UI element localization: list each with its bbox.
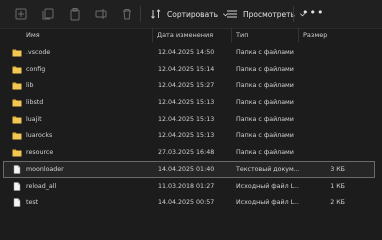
folder-icon	[12, 65, 22, 74]
file-type: Папка с файлами	[236, 65, 294, 73]
folder-icon	[12, 148, 22, 157]
file-date: 12.04.2025 15:13	[158, 99, 215, 107]
folder-icon	[12, 48, 22, 57]
file-list: .vscode 12.04.2025 14:50 Папка с файлами co…	[0, 44, 382, 211]
column-header-date[interactable]: Дата изменения	[157, 31, 213, 39]
column-divider[interactable]	[298, 28, 299, 42]
column-divider[interactable]	[231, 28, 232, 42]
toolbar-separator	[293, 6, 294, 22]
file-name: test	[26, 199, 39, 207]
file-type: Папка с файлами	[236, 99, 294, 107]
file-name: .vscode	[26, 49, 51, 56]
sort-label: Сортировать	[167, 9, 218, 19]
folder-row[interactable]: luarocks 12.04.2025 15:13 Папка с файлами	[3, 127, 375, 144]
command-bar: Сортировать Просмотреть •••	[0, 0, 382, 29]
folder-row[interactable]: .vscode 12.04.2025 14:50 Папка с файлами	[3, 44, 375, 61]
folder-icon	[12, 131, 22, 140]
file-name: libstd	[26, 99, 44, 107]
paste-icon[interactable]	[68, 7, 82, 21]
view-icon	[227, 10, 237, 18]
folder-icon	[12, 81, 22, 90]
folder-row[interactable]: lib 12.04.2025 15:27 Папка с файлами	[3, 77, 375, 94]
column-header-type[interactable]: Тип	[236, 31, 248, 39]
sort-icon	[151, 9, 161, 19]
more-options-button[interactable]: •••	[302, 7, 324, 18]
file-date: 11.03.2018 01:27	[158, 182, 215, 190]
copy-icon[interactable]	[41, 7, 55, 21]
file-type: Папка с файлами	[236, 115, 294, 123]
folder-row[interactable]: libstd 12.04.2025 15:13 Папка с файлами	[3, 94, 375, 111]
file-date: 14.04.2025 01:40	[158, 165, 215, 173]
file-date: 12.04.2025 15:27	[158, 82, 215, 90]
file-date: 12.04.2025 15:13	[158, 115, 215, 123]
column-divider[interactable]	[152, 28, 153, 42]
file-type: Папка с файлами	[236, 82, 294, 90]
column-header-size[interactable]: Размер	[303, 31, 327, 39]
file-name: lib	[26, 82, 34, 90]
delete-icon[interactable]	[120, 7, 134, 21]
sort-button[interactable]: Сортировать	[150, 5, 229, 23]
file-size: 1 КБ	[330, 182, 345, 190]
file-icon	[12, 165, 22, 174]
file-name: resource	[26, 149, 54, 157]
file-type: Текстовый докум...	[236, 165, 299, 173]
column-header-row: Имя Дата изменения Тип Размер	[0, 28, 382, 42]
file-date: 14.04.2025 00:57	[158, 199, 215, 207]
toolbar-separator	[140, 6, 141, 22]
file-type: Исходный файл L...	[236, 199, 299, 207]
file-type: Исходный файл L...	[236, 182, 299, 190]
folder-row[interactable]: config 12.04.2025 15:14 Папка с файлами	[3, 61, 375, 78]
file-name: config	[26, 65, 46, 73]
file-date: 12.04.2025 15:13	[158, 132, 215, 140]
file-size: 2 КБ	[330, 199, 345, 207]
file-row[interactable]: moonloader 14.04.2025 01:40 Текстовый доку…	[3, 160, 375, 178]
file-date: 27.03.2025 16:48	[158, 149, 215, 157]
file-icon	[12, 198, 22, 207]
file-row[interactable]: reload_all 11.03.2018 01:27 Исходный файл …	[3, 178, 375, 195]
file-type: Папка с файлами	[236, 132, 294, 140]
file-name: luajit	[26, 115, 42, 123]
folder-row[interactable]: resource 27.03.2025 16:48 Папка с файлами	[3, 144, 375, 161]
file-date: 12.04.2025 15:14	[158, 65, 215, 73]
file-type: Папка с файлами	[236, 49, 294, 56]
new-item-icon[interactable]	[14, 7, 28, 21]
file-icon	[12, 181, 22, 191]
file-row[interactable]: test 14.04.2025 00:57 Исходный файл L... 2 …	[3, 194, 375, 211]
file-name: reload_all	[26, 182, 57, 190]
file-type: Папка с файлами	[236, 149, 294, 157]
folder-row[interactable]: luajit 12.04.2025 15:13 Папка с файлами	[3, 111, 375, 128]
rename-icon[interactable]	[94, 7, 108, 21]
file-date: 12.04.2025 14:50	[158, 49, 215, 56]
folder-icon	[12, 115, 22, 124]
view-label: Просмотреть	[243, 9, 295, 19]
file-name: luarocks	[26, 132, 53, 140]
column-header-name[interactable]: Имя	[26, 31, 40, 39]
file-name: moonloader	[26, 165, 64, 173]
file-size: 3 КБ	[330, 165, 345, 173]
folder-icon	[12, 98, 22, 107]
